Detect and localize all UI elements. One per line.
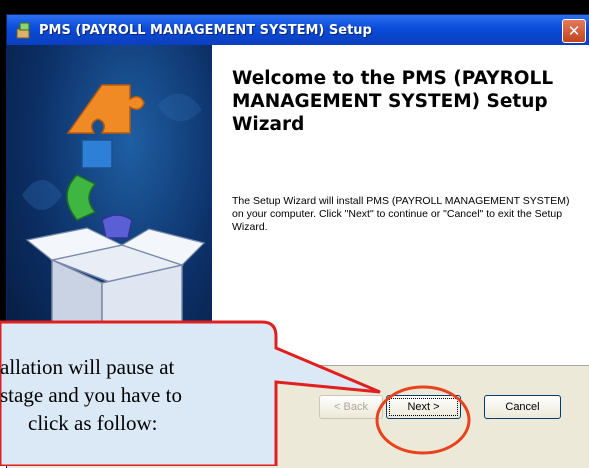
puzzle-box-illustration [22, 84, 206, 355]
callout-line-1: allation will pause at [0, 355, 175, 379]
title-bar[interactable]: PMS (PAYROLL MANAGEMENT SYSTEM) Setup ✕ [7, 15, 589, 45]
close-button[interactable]: ✕ [562, 19, 586, 43]
cancel-button[interactable]: Cancel [484, 395, 561, 419]
callout-line-2: stage and you have to [0, 383, 182, 407]
welcome-heading: Welcome to the PMS (PAYROLL MANAGEMENT S… [232, 68, 554, 135]
window-title: PMS (PAYROLL MANAGEMENT SYSTEM) Setup [39, 22, 372, 38]
desktop-background [0, 0, 589, 14]
callout-line-3: click as follow: [28, 411, 158, 435]
wizard-content: Welcome to the PMS (PAYROLL MANAGEMENT S… [212, 45, 589, 365]
wizard-banner [7, 45, 212, 365]
callout-text: allation will pause at stage and you hav… [0, 353, 300, 437]
installer-icon [15, 21, 33, 39]
close-icon: ✕ [567, 22, 581, 40]
next-button[interactable]: Next > [386, 395, 461, 419]
back-button[interactable]: < Back [319, 395, 383, 419]
wizard-description: The Setup Wizard will install PMS (PAYRO… [232, 195, 570, 233]
